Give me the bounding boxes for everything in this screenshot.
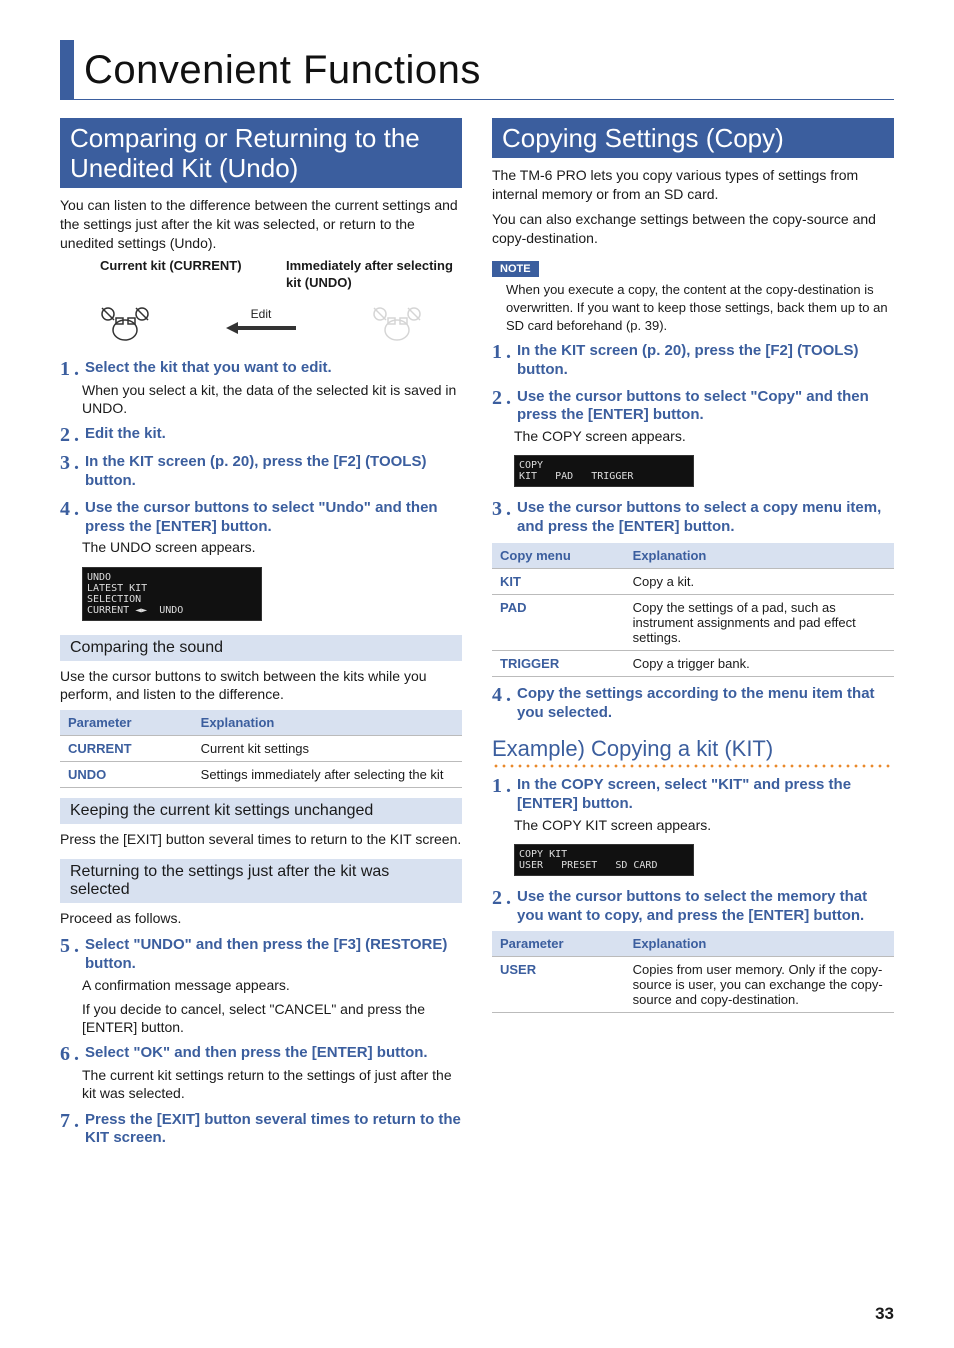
table-cell: CURRENT [60, 736, 193, 762]
step-number: 3 [60, 453, 70, 491]
step-number: 7 [60, 1111, 70, 1149]
step-number: 1 [492, 342, 502, 380]
subheading-keeping: Keeping the current kit settings unchang… [60, 798, 462, 824]
step-title: Use the cursor buttons to select "Copy" … [517, 388, 894, 426]
table-cell: Copy a trigger bank. [625, 650, 894, 676]
table-cell: Copy the settings of a pad, such as inst… [625, 594, 894, 650]
table-header: Parameter [60, 710, 193, 736]
step-dot: . [506, 685, 511, 723]
table-cell: Settings immediately after selecting the… [193, 762, 462, 788]
note-badge: NOTE [492, 261, 539, 277]
table-cell: USER [492, 957, 625, 1013]
step-dot: . [506, 388, 511, 426]
arrow-left-icon: Edit [226, 307, 296, 335]
table-header: Explanation [193, 710, 462, 736]
step-dot: . [506, 499, 511, 537]
diagram-header-right: Immediately after selecting kit (UNDO) [276, 258, 462, 291]
copy-kit-screen-preview: COPY KIT USER PRESET SD CARD [514, 844, 694, 876]
step-body: The COPY screen appears. [514, 427, 894, 445]
step-dot: . [74, 936, 79, 974]
step-number: 1 [60, 359, 70, 379]
step-dot: . [506, 342, 511, 380]
step-body: A confirmation message appears. [82, 976, 462, 994]
copy-screen-preview: COPY KIT PAD TRIGGER [514, 455, 694, 487]
table-cell: TRIGGER [492, 650, 625, 676]
step-number: 1 [492, 776, 502, 814]
parameter-table: ParameterExplanation CURRENTCurrent kit … [60, 710, 462, 788]
subheading-comparing: Comparing the sound [60, 635, 462, 661]
step-number: 3 [492, 499, 502, 537]
step-body: The current kit settings return to the s… [82, 1066, 462, 1102]
page-number: 33 [875, 1304, 894, 1324]
step-dot: . [74, 1044, 79, 1064]
copy-menu-table: Copy menuExplanation KITCopy a kit. PADC… [492, 543, 894, 677]
step-dot: . [74, 453, 79, 491]
step-body: When you select a kit, the data of the s… [82, 381, 462, 417]
keeping-body: Press the [EXIT] button several times to… [60, 830, 462, 849]
undo-intro: You can listen to the difference between… [60, 196, 462, 253]
table-cell: Copy a kit. [625, 568, 894, 594]
drumkit-icon [367, 300, 427, 342]
step-body: If you decide to cancel, select "CANCEL"… [82, 1000, 462, 1036]
step-title: Use the cursor buttons to select "Undo" … [85, 499, 462, 537]
step-number: 4 [60, 499, 70, 537]
table-header: Explanation [625, 931, 894, 957]
table-cell: PAD [492, 594, 625, 650]
step-body: The UNDO screen appears. [82, 538, 462, 556]
undo-screen-preview: UNDO LATEST KIT SELECTION CURRENT ◄► UND… [82, 567, 262, 621]
step-body: The COPY KIT screen appears. [514, 816, 894, 834]
step-dot: . [74, 499, 79, 537]
step-title: In the KIT screen (p. 20), press the [F2… [517, 342, 894, 380]
step-dot: . [74, 359, 79, 379]
heading-accent-bar [60, 40, 74, 99]
table-cell: KIT [492, 568, 625, 594]
step-title: Use the cursor buttons to select the mem… [517, 888, 894, 926]
example-heading: Example) Copying a kit (KIT) [492, 736, 894, 762]
step-dot: . [506, 776, 511, 814]
step-title: In the KIT screen (p. 20), press the [F2… [85, 453, 462, 491]
undo-diagram: Edit [60, 293, 462, 349]
table-cell: UNDO [60, 762, 193, 788]
copy-intro-1: The TM-6 PRO lets you copy various types… [492, 166, 894, 204]
table-header: Explanation [625, 543, 894, 569]
step-number: 6 [60, 1044, 70, 1064]
edit-arrow-label: Edit [226, 307, 296, 321]
step-title: Select "UNDO" and then press the [F3] (R… [85, 936, 462, 974]
table-header: Parameter [492, 931, 625, 957]
section-heading-undo: Comparing or Returning to the Unedited K… [60, 118, 462, 188]
table-cell: Copies from user memory. Only if the cop… [625, 957, 894, 1013]
drumkit-icon [95, 300, 155, 342]
page-heading-container: Convenient Functions [60, 40, 894, 100]
step-title: Select "OK" and then press the [ENTER] b… [85, 1044, 428, 1064]
step-dot: . [74, 425, 79, 445]
table-cell: Current kit settings [193, 736, 462, 762]
step-number: 2 [492, 888, 502, 926]
copy-intro-2: You can also exchange settings between t… [492, 210, 894, 248]
page-title: Convenient Functions [74, 40, 481, 99]
step-title: In the COPY screen, select "KIT" and pre… [517, 776, 894, 814]
section-heading-copy: Copying Settings (Copy) [492, 118, 894, 158]
step-number: 5 [60, 936, 70, 974]
returning-body: Proceed as follows. [60, 909, 462, 928]
step-title: Select the kit that you want to edit. [85, 359, 332, 379]
note-body: When you execute a copy, the content at … [506, 281, 894, 334]
step-number: 2 [492, 388, 502, 426]
subheading-returning: Returning to the settings just after the… [60, 859, 462, 903]
step-dot: . [506, 888, 511, 926]
step-title: Use the cursor buttons to select a copy … [517, 499, 894, 537]
table-header: Copy menu [492, 543, 625, 569]
step-dot: . [74, 1111, 79, 1149]
step-title: Edit the kit. [85, 425, 166, 445]
dotted-rule [492, 764, 894, 768]
diagram-header-left: Current kit (CURRENT) [60, 258, 276, 291]
step-title: Copy the settings according to the menu … [517, 685, 894, 723]
comparing-body: Use the cursor buttons to switch between… [60, 667, 462, 705]
step-number: 2 [60, 425, 70, 445]
step-number: 4 [492, 685, 502, 723]
step-title: Press the [EXIT] button several times to… [85, 1111, 462, 1149]
copy-parameter-table: ParameterExplanation USERCopies from use… [492, 931, 894, 1013]
